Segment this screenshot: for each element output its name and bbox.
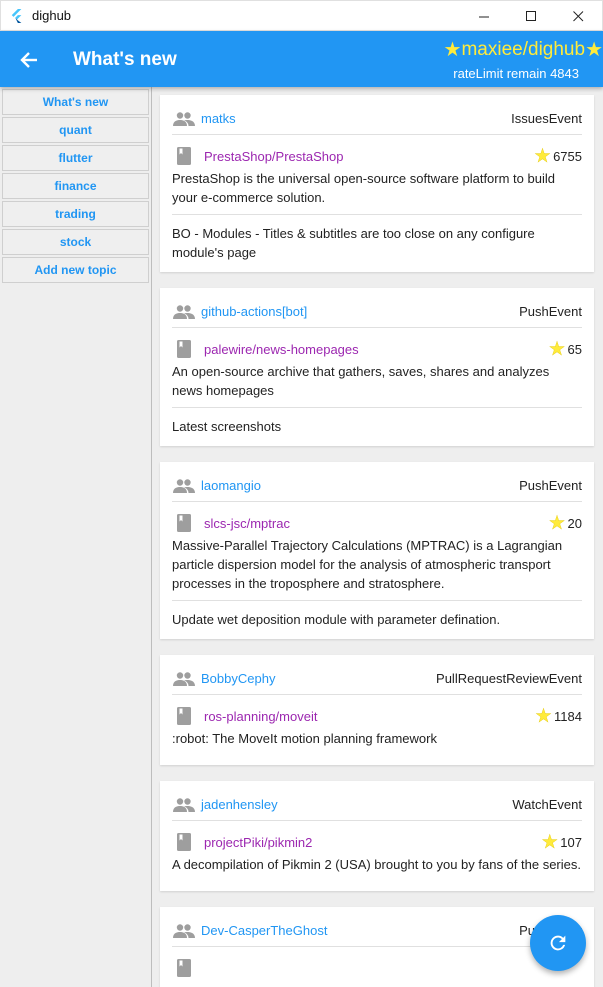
star-count: ★ 1184 [535,705,582,728]
book-icon [177,147,191,165]
star-count: ★ 107 [541,831,582,854]
repo-description: :robot: The MoveIt motion planning frame… [172,731,437,746]
actor-link[interactable]: BobbyCephy [201,671,275,686]
actor-link[interactable]: matks [201,111,236,126]
star-count: ★ 65 [548,338,582,361]
topic-trading[interactable]: trading [2,201,149,227]
repo-description: An open-source archive that gathers, sav… [172,362,582,408]
star-icon: ★ [541,831,559,853]
refresh-icon [550,935,566,951]
event-card: github-actions[bot] PushEvent palewire/n… [160,288,594,446]
event-message: Latest screenshots [172,419,282,434]
people-icon [173,797,195,812]
event-message: BO - Modules - Titles & subtitles are to… [172,226,535,260]
rate-limit-text: rateLimit remain 4843 [453,66,579,81]
book-icon [177,833,191,851]
repo-title[interactable]: ★ maxiee/dighub ★ [444,37,603,62]
star-icon: ★ [548,512,566,534]
event-type-label: PullRequestReviewEvent [436,671,582,686]
page-title: What's new [73,49,177,70]
event-type-label: IssuesEvent [511,111,582,126]
repo-description: Massive-Parallel Trajectory Calculations… [172,536,582,601]
repo-description: A decompilation of Pikmin 2 (USA) brough… [172,857,581,872]
close-button[interactable] [555,1,602,32]
actor-link[interactable]: laomangio [201,478,261,493]
event-card: laomangio PushEvent slcs-jsc/mptrac ★ 20… [160,462,594,639]
window-title-bar: dighub [0,0,603,31]
event-card: jadenhensley WatchEvent projectPiki/pikm… [160,781,594,891]
book-icon [177,514,191,532]
app-bar: What's new ★ maxiee/dighub ★ rateLimit r… [0,31,603,87]
topic-whats-new[interactable]: What's new [2,89,149,115]
event-message: Update wet deposition module with parame… [172,612,501,627]
people-icon [173,304,195,319]
people-icon [173,923,195,938]
event-card: BobbyCephy PullRequestReviewEvent ros-pl… [160,655,594,765]
repo-description: PrestaShop is the universal open-source … [172,169,582,215]
repo-link[interactable]: ros-planning/moveit [204,709,317,724]
event-card: matks IssuesEvent PrestaShop/PrestaShop … [160,95,594,272]
event-card: Dev-CasperTheGhost PushEvent [160,907,594,987]
star-count-value: 6755 [553,148,582,164]
star-icon: ★ [443,39,462,61]
topic-quant[interactable]: quant [2,117,149,143]
topic-stock[interactable]: stock [2,229,149,255]
star-count-value: 107 [560,834,582,850]
star-icon: ★ [534,145,552,167]
event-type-label: PushEvent [519,478,582,493]
minimize-icon [479,16,489,18]
star-icon: ★ [548,338,566,360]
repo-link[interactable]: PrestaShop/PrestaShop [204,149,343,164]
star-count: ★ 6755 [534,145,582,168]
minimize-button[interactable] [461,1,508,32]
event-type-label: WatchEvent [512,797,582,812]
star-count-value: 65 [567,341,582,357]
people-icon [173,111,195,126]
event-feed[interactable]: matks IssuesEvent PrestaShop/PrestaShop … [152,87,603,987]
topic-flutter[interactable]: flutter [2,145,149,171]
book-icon [177,959,191,977]
star-icon: ★ [585,39,603,61]
actor-link[interactable]: github-actions[bot] [201,304,307,319]
book-icon [177,707,191,725]
actor-link[interactable]: jadenhensley [201,797,278,812]
star-icon: ★ [534,705,553,727]
star-count-value: 20 [567,515,582,531]
star-count: ★ 20 [548,512,582,535]
repo-link[interactable]: slcs-jsc/mptrac [204,516,290,531]
people-icon [173,671,195,686]
close-icon [573,11,584,22]
topic-finance[interactable]: finance [2,173,149,199]
repo-link[interactable]: palewire/news-homepages [204,342,359,357]
arrow-back-icon [20,52,37,68]
star-count-value: 1184 [554,708,582,724]
add-new-topic-button[interactable]: Add new topic [2,257,149,283]
refresh-button[interactable] [530,915,586,971]
book-icon [177,340,191,358]
topic-sidebar: What's new quant flutter finance trading… [0,87,152,987]
maximize-button[interactable] [508,1,555,32]
back-button[interactable] [14,45,44,75]
maximize-icon [526,11,536,21]
people-icon [173,478,195,493]
event-type-label: PushEvent [519,304,582,319]
repo-link[interactable]: projectPiki/pikmin2 [204,835,312,850]
actor-link[interactable]: Dev-CasperTheGhost [201,923,327,938]
repo-title-text: maxiee/dighub [461,38,586,60]
flutter-logo-icon [11,8,22,23]
window-title: dighub [32,8,72,23]
